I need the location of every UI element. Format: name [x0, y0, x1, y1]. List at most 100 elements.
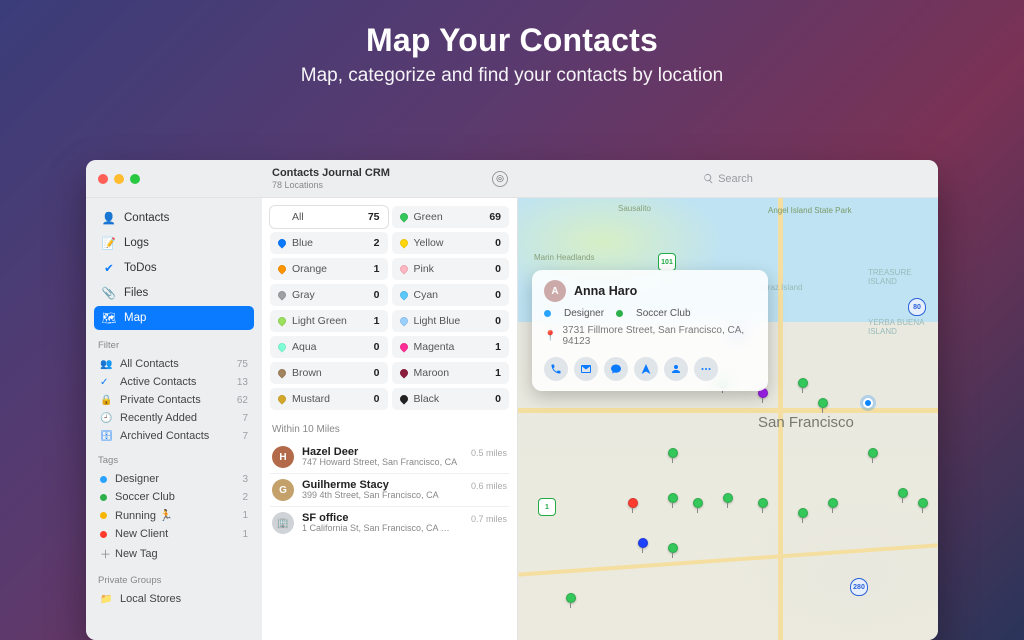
color-filter-maroon[interactable]: Maroon1 — [392, 362, 510, 384]
highway-shield-101: 101 — [658, 253, 676, 271]
more-button[interactable] — [694, 357, 718, 381]
lock-icon: 🔒 — [100, 395, 114, 406]
color-filter-cyan[interactable]: Cyan0 — [392, 284, 510, 306]
map-pin[interactable] — [818, 398, 828, 408]
color-filter-blue[interactable]: Blue2 — [270, 232, 388, 254]
map-pin[interactable] — [798, 508, 808, 518]
filter-active-contacts[interactable]: ✓Active Contacts13 — [94, 373, 254, 391]
color-filter-black[interactable]: Black0 — [392, 388, 510, 410]
color-filter-yellow[interactable]: Yellow0 — [392, 232, 510, 254]
nav-contacts[interactable]: 👤Contacts — [94, 206, 254, 230]
color-filter-all[interactable]: All75 — [270, 206, 388, 228]
map-pin[interactable] — [638, 538, 648, 548]
color-filter-pink[interactable]: Pink0 — [392, 258, 510, 280]
nav-files[interactable]: 📎Files — [94, 281, 254, 305]
note-icon: 📝 — [102, 236, 116, 250]
phone-icon — [550, 363, 562, 375]
pin-icon — [276, 315, 287, 326]
view-contact-button[interactable] — [664, 357, 688, 381]
mail-icon — [580, 363, 592, 375]
pin-icon — [398, 315, 409, 326]
map-pin[interactable] — [668, 543, 678, 553]
color-filter-orange[interactable]: Orange1 — [270, 258, 388, 280]
nav-logs[interactable]: 📝Logs — [94, 231, 254, 255]
window-title: Contacts Journal CRM — [272, 167, 390, 179]
map-pin[interactable] — [898, 488, 908, 498]
contact-popup: A Anna Haro Designer Soccer Club 📍3731 F… — [532, 270, 768, 391]
hero-subtitle: Map, categorize and find your contacts b… — [0, 65, 1024, 87]
map-view[interactable]: Sausalito Marin Headlands TREASURE ISLAN… — [518, 198, 938, 640]
nearby-item[interactable]: G Guilherme Stacy399 4th Street, San Fra… — [270, 474, 509, 507]
people-icon: 👥 — [100, 359, 114, 370]
tags-section-label: Tags — [98, 455, 250, 466]
minimize-window-button[interactable] — [114, 174, 124, 184]
map-pin[interactable] — [723, 493, 733, 503]
clock-icon: 🕘 — [100, 413, 114, 424]
tag-soccer-club[interactable]: Soccer Club2 — [94, 488, 254, 506]
pin-icon — [398, 341, 409, 352]
map-pin[interactable] — [918, 498, 928, 508]
map-pin[interactable] — [758, 498, 768, 508]
map-pin[interactable] — [693, 498, 703, 508]
search-input[interactable]: Search — [683, 170, 773, 188]
call-button[interactable] — [544, 357, 568, 381]
group-local-stores[interactable]: 📁Local Stores — [94, 590, 254, 608]
pin-icon — [398, 393, 409, 404]
window-controls — [86, 160, 262, 197]
color-filter-light-blue[interactable]: Light Blue0 — [392, 310, 510, 332]
color-filter-brown[interactable]: Brown0 — [270, 362, 388, 384]
map-pin[interactable] — [868, 448, 878, 458]
color-filter-gray[interactable]: Gray0 — [270, 284, 388, 306]
tag-dot — [544, 310, 551, 317]
color-filter-aqua[interactable]: Aqua0 — [270, 336, 388, 358]
location-button[interactable]: ◎ — [492, 171, 508, 187]
filter-private-contacts[interactable]: 🔒Private Contacts62 — [94, 391, 254, 409]
nav-map[interactable]: 🗺︎Map — [94, 306, 254, 330]
pin-icon — [276, 341, 287, 352]
filter-archived-contacts[interactable]: 🗄︎Archived Contacts7 — [94, 427, 254, 445]
tag-designer[interactable]: Designer3 — [94, 470, 254, 488]
highway-shield-1: 1 — [538, 498, 556, 516]
chat-icon — [610, 363, 622, 375]
map-label-treasure: TREASURE ISLAND — [868, 268, 938, 286]
tag-new-client[interactable]: New Client1 — [94, 525, 254, 543]
popup-tag: Designer — [544, 308, 604, 319]
pin-icon — [398, 263, 409, 274]
color-filter-light-green[interactable]: Light Green1 — [270, 310, 388, 332]
avatar: H — [272, 446, 294, 468]
private-groups-section-label: Private Groups — [98, 575, 250, 586]
pin-icon: 📍 — [544, 331, 556, 342]
map-pin[interactable] — [798, 378, 808, 388]
directions-button[interactable] — [634, 357, 658, 381]
paperclip-icon: 📎 — [102, 286, 116, 300]
map-pin[interactable] — [668, 493, 678, 503]
filter-recently-added[interactable]: 🕘Recently Added7 — [94, 409, 254, 427]
map-pin[interactable] — [828, 498, 838, 508]
pin-icon — [276, 237, 287, 248]
locations-panel: All75 Green69 Blue2 Yellow0 Orange1 Pink… — [262, 198, 518, 640]
map-pin[interactable] — [668, 448, 678, 458]
message-button[interactable] — [604, 357, 628, 381]
filter-all-contacts[interactable]: 👥All Contacts75 — [94, 355, 254, 373]
map-pin[interactable] — [566, 593, 576, 603]
nearby-item[interactable]: H Hazel Deer747 Howard Street, San Franc… — [270, 441, 509, 474]
map-icon: 🗺︎ — [102, 311, 116, 325]
email-button[interactable] — [574, 357, 598, 381]
nav-todos[interactable]: ✔︎ToDos — [94, 256, 254, 280]
pin-icon — [276, 393, 287, 404]
map-pin[interactable] — [628, 498, 638, 508]
map-label-yerba: YERBA BUENA ISLAND — [868, 318, 938, 336]
zoom-window-button[interactable] — [130, 174, 140, 184]
pin-icon — [276, 263, 287, 274]
road — [518, 408, 938, 413]
close-window-button[interactable] — [98, 174, 108, 184]
color-filter-green[interactable]: Green69 — [392, 206, 510, 228]
tag-dot — [100, 512, 107, 519]
color-filter-mustard[interactable]: Mustard0 — [270, 388, 388, 410]
tag-running[interactable]: Running 🏃1 — [94, 506, 254, 525]
popup-address: 📍3731 Fillmore Street, San Francisco, CA… — [544, 325, 756, 347]
pin-icon — [398, 237, 409, 248]
color-filter-magenta[interactable]: Magenta1 — [392, 336, 510, 358]
nearby-item[interactable]: 🏢 SF office1 California St, San Francisc… — [270, 507, 509, 539]
tag-new[interactable]: ＋New Tag — [94, 543, 254, 565]
